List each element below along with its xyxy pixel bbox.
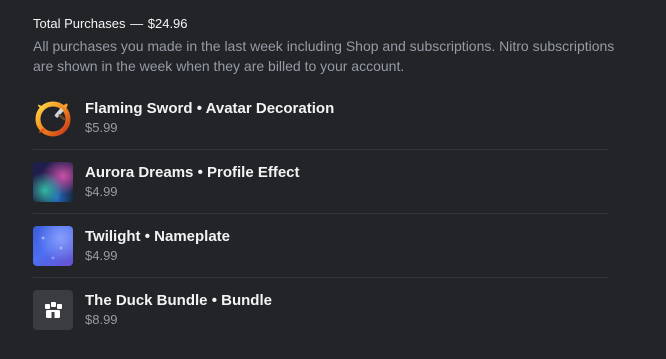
- aurora-profile-effect-thumbnail: [33, 161, 73, 202]
- purchase-info: Flaming Sword • Avatar Decoration $5.99: [85, 99, 334, 136]
- purchase-info: Aurora Dreams • Profile Effect $4.99: [85, 163, 300, 200]
- purchase-price: $4.99: [85, 248, 118, 263]
- purchase-dot: •: [211, 292, 217, 309]
- purchase-name: Flaming Sword: [85, 100, 193, 117]
- purchase-type: Profile Effect: [207, 164, 300, 181]
- purchase-dot: •: [197, 164, 203, 181]
- purchase-name: The Duck Bundle: [85, 292, 208, 309]
- purchase-info: Twilight • Nameplate $4.99: [85, 227, 230, 264]
- total-purchases-label: Total Purchases: [33, 16, 126, 31]
- purchase-title: Flaming Sword • Avatar Decoration: [85, 99, 334, 119]
- purchase-row-twilight[interactable]: Twilight • Nameplate $4.99: [33, 214, 608, 278]
- purchase-dot: •: [144, 228, 150, 245]
- purchase-title: Aurora Dreams • Profile Effect: [85, 163, 300, 183]
- purchase-name: Aurora Dreams: [85, 164, 194, 181]
- total-purchases-amount: $24.96: [147, 16, 188, 31]
- purchase-info: The Duck Bundle • Bundle $8.99: [85, 291, 272, 328]
- purchase-price: $8.99: [85, 312, 118, 327]
- purchase-price: $4.99: [85, 184, 118, 199]
- purchase-type: Avatar Decoration: [205, 100, 335, 117]
- total-purchases-header: Total Purchases — $24.96: [33, 16, 646, 32]
- purchase-title: The Duck Bundle • Bundle: [85, 291, 272, 311]
- purchase-title: Twilight • Nameplate: [85, 227, 230, 247]
- header-separator: —: [130, 16, 144, 31]
- twilight-nameplate-thumbnail: [33, 225, 73, 266]
- purchase-list: Flaming Sword • Avatar Decoration $5.99 …: [33, 86, 608, 341]
- bundle-icon: [33, 289, 73, 330]
- flaming-sword-decoration-icon: [33, 98, 73, 138]
- purchase-price: $5.99: [85, 120, 118, 135]
- purchase-type: Bundle: [221, 292, 272, 309]
- purchase-type: Nameplate: [154, 228, 231, 245]
- purchase-dot: •: [196, 100, 202, 117]
- purchase-row-aurora-dreams[interactable]: Aurora Dreams • Profile Effect $4.99: [33, 150, 608, 214]
- purchase-row-duck-bundle[interactable]: The Duck Bundle • Bundle $8.99: [33, 278, 608, 341]
- purchase-row-flaming-sword[interactable]: Flaming Sword • Avatar Decoration $5.99: [33, 86, 608, 150]
- purchase-name: Twilight: [85, 228, 141, 245]
- purchases-panel: Total Purchases — $24.96 All purchases y…: [0, 0, 666, 359]
- purchases-description: All purchases you made in the last week …: [33, 38, 615, 74]
